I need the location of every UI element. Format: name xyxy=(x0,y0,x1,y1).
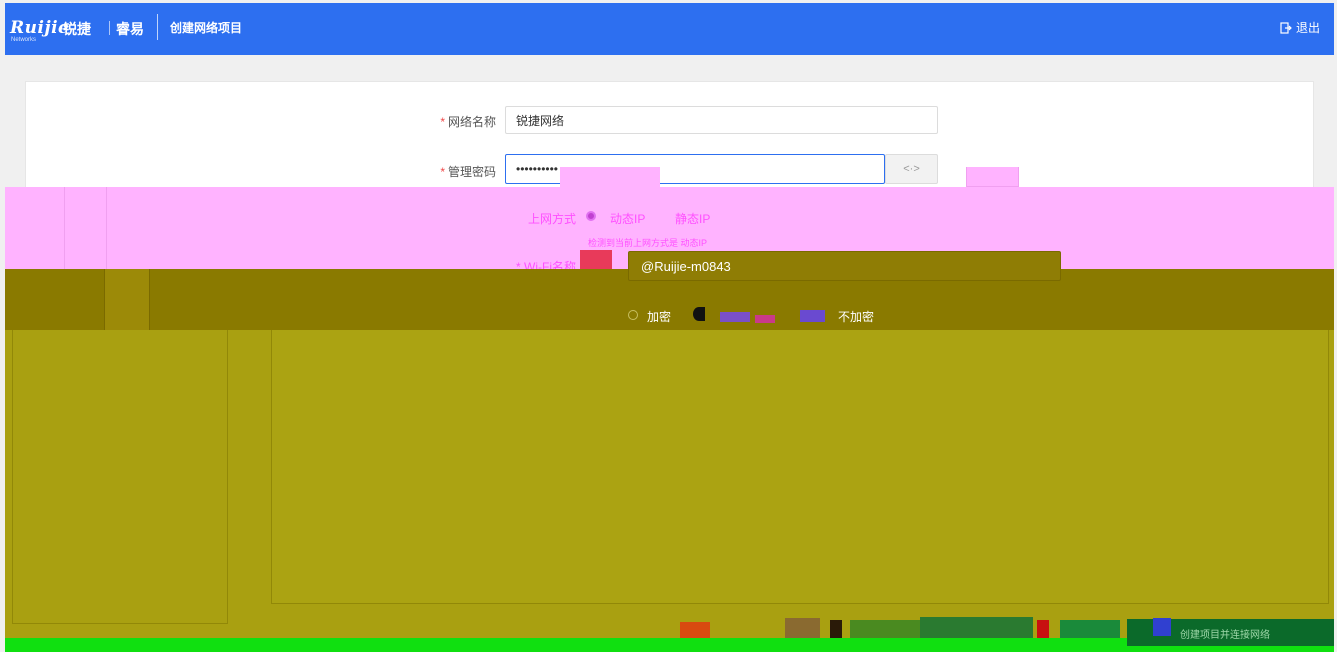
header-divider xyxy=(157,14,158,40)
glitch-block xyxy=(1060,620,1120,638)
glitch-block xyxy=(680,622,710,638)
eye-icon: <·> xyxy=(903,163,920,175)
brand-logo: Ruijie xyxy=(10,18,70,38)
logout-icon xyxy=(1280,21,1292,34)
glitch-block xyxy=(720,312,750,322)
overlay-patch xyxy=(966,167,1019,187)
logo-divider xyxy=(109,21,110,35)
overlay-patch xyxy=(560,167,660,187)
required-mark: * xyxy=(440,115,445,129)
brand-tagline: Networks xyxy=(11,37,37,43)
divider xyxy=(64,187,65,270)
glitch-block xyxy=(850,620,920,638)
radio-dynamic-ip[interactable] xyxy=(586,211,596,221)
logout-label: 退出 xyxy=(1296,21,1321,35)
glitch-block xyxy=(1037,620,1049,638)
glitch-block xyxy=(830,620,842,638)
submit-label: 创建项目并连接网络 xyxy=(1180,630,1270,641)
option-encrypt[interactable]: 加密 xyxy=(647,308,671,325)
right-panel xyxy=(271,330,1329,604)
wan-mode-hint: 检测到当前上网方式是 动态IP xyxy=(588,238,708,248)
logout-button[interactable]: 退出 xyxy=(1280,19,1320,36)
glitch-block xyxy=(755,315,775,323)
wifi-name-input[interactable]: @Ruijie-m0843 xyxy=(628,251,1061,281)
glitch-block xyxy=(785,618,820,638)
option-static-ip[interactable]: 静态IP xyxy=(675,210,710,227)
network-name-input[interactable]: 锐捷网络 xyxy=(505,106,938,134)
glitch-block xyxy=(1153,618,1171,636)
page-title: 创建网络项目 xyxy=(170,21,243,35)
divider xyxy=(106,187,107,270)
side-column xyxy=(104,269,150,331)
required-mark: * xyxy=(440,165,445,179)
option-dynamic-ip[interactable]: 动态IP xyxy=(610,210,645,227)
option-no-encrypt[interactable]: 不加密 xyxy=(838,308,874,325)
glitch-block xyxy=(800,310,825,322)
radio-encrypt[interactable] xyxy=(628,310,638,320)
brand-subname: 睿易 xyxy=(116,21,144,37)
network-name-label: * 网络名称 xyxy=(440,115,496,129)
wan-mode-label: 上网方式 xyxy=(528,212,577,226)
password-label: * 管理密码 xyxy=(440,165,496,179)
radio-no-encrypt[interactable] xyxy=(693,307,705,321)
glitch-block xyxy=(920,617,1033,638)
left-panel xyxy=(12,330,228,624)
glitch-block xyxy=(580,250,612,270)
brand-name: 锐捷 xyxy=(63,21,91,37)
password-toggle-button[interactable]: <·> xyxy=(885,154,938,184)
